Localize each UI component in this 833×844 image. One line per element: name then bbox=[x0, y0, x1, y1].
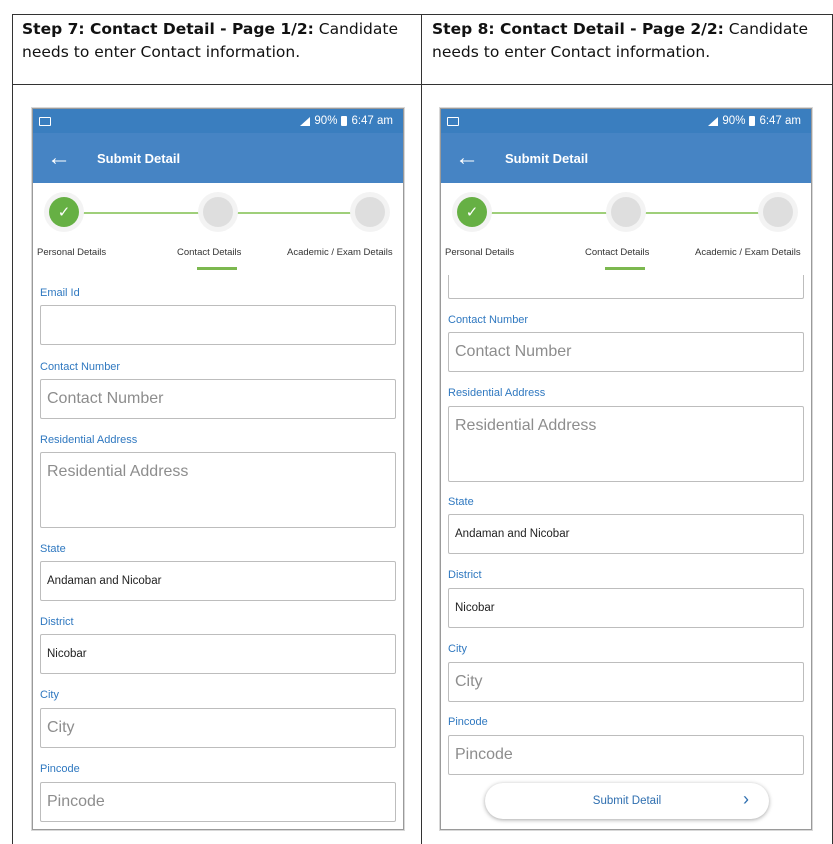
app-bar-title: Submit Detail bbox=[97, 150, 181, 166]
address-label: Residential Address bbox=[448, 387, 546, 399]
step-label-personal: Personal Details bbox=[37, 247, 107, 258]
caption-step-title: Step 7: Contact Detail - Page 1/2: bbox=[22, 20, 314, 38]
step-current-circle[interactable] bbox=[203, 197, 233, 227]
city-field[interactable]: City bbox=[40, 708, 396, 748]
step-pending-circle[interactable] bbox=[355, 197, 385, 227]
state-select[interactable]: Andaman and Nicobar bbox=[448, 514, 804, 554]
app-bar-title: Submit Detail bbox=[505, 150, 589, 166]
app-bar: ← Submit Detail bbox=[441, 133, 811, 183]
step-label-academic: Academic / Exam Details bbox=[287, 247, 393, 258]
current-step-indicator bbox=[605, 267, 645, 270]
signal-icon bbox=[300, 116, 311, 126]
city-label: City bbox=[40, 689, 59, 701]
battery-level: 90% bbox=[722, 115, 746, 127]
submit-button-label: Submit Detail bbox=[592, 795, 662, 807]
city-field[interactable]: City bbox=[448, 662, 804, 702]
pincode-label: Pincode bbox=[448, 716, 488, 728]
battery-level: 90% bbox=[314, 115, 338, 127]
status-time: 6:47 am bbox=[351, 115, 393, 127]
step-label-contact: Contact Details bbox=[585, 247, 650, 258]
progress-stepper: ✓ Personal Details Contact Details Acade… bbox=[33, 183, 403, 275]
step-connector bbox=[481, 212, 621, 214]
address-field[interactable]: Residential Address bbox=[40, 452, 396, 528]
step-completed-check-icon[interactable]: ✓ bbox=[49, 197, 79, 227]
step-pending-circle[interactable] bbox=[763, 197, 793, 227]
submit-detail-button[interactable]: Submit Detail › bbox=[485, 783, 769, 819]
step-connector bbox=[73, 212, 213, 214]
contact-number-label: Contact Number bbox=[40, 361, 121, 373]
email-field[interactable] bbox=[40, 305, 396, 345]
pincode-field[interactable]: Pincode bbox=[40, 782, 396, 822]
current-step-indicator bbox=[197, 267, 237, 270]
battery-icon bbox=[749, 116, 756, 126]
status-time: 6:47 am bbox=[759, 115, 801, 127]
step-connector bbox=[641, 212, 771, 214]
email-field-scrolled[interactable] bbox=[448, 275, 804, 299]
pincode-label: Pincode bbox=[40, 763, 80, 775]
back-arrow-icon[interactable]: ← bbox=[47, 146, 77, 170]
state-select[interactable]: Andaman and Nicobar bbox=[40, 561, 396, 601]
pincode-field[interactable]: Pincode bbox=[448, 735, 804, 775]
back-arrow-icon[interactable]: ← bbox=[455, 146, 485, 170]
email-label: Email Id bbox=[40, 287, 80, 299]
progress-stepper: ✓ Personal Details Contact Details Acade… bbox=[441, 183, 811, 275]
step-label-contact: Contact Details bbox=[177, 247, 242, 258]
step-label-personal: Personal Details bbox=[445, 247, 515, 258]
state-label: State bbox=[40, 543, 66, 555]
step-completed-check-icon[interactable]: ✓ bbox=[457, 197, 487, 227]
status-bar: 90% 6:47 am bbox=[441, 109, 811, 133]
table-divider bbox=[421, 14, 422, 844]
address-label: Residential Address bbox=[40, 434, 138, 446]
address-field[interactable]: Residential Address bbox=[448, 406, 804, 482]
app-bar: ← Submit Detail bbox=[33, 133, 403, 183]
district-select[interactable]: Nicobar bbox=[40, 634, 396, 674]
gallery-notification-icon bbox=[447, 116, 459, 126]
caption-step-7: Step 7: Contact Detail - Page 1/2: Candi… bbox=[22, 18, 414, 64]
district-label: District bbox=[448, 569, 482, 581]
contact-number-label: Contact Number bbox=[448, 314, 529, 326]
signal-icon bbox=[708, 116, 719, 126]
step-label-academic: Academic / Exam Details bbox=[695, 247, 801, 258]
phone-screenshot-page-1: 90% 6:47 am ← Submit Detail ✓ Personal D… bbox=[32, 108, 404, 830]
table-row-divider bbox=[12, 84, 833, 85]
district-label: District bbox=[40, 616, 74, 628]
chevron-right-icon: › bbox=[743, 789, 749, 809]
step-connector bbox=[233, 212, 363, 214]
step-current-circle[interactable] bbox=[611, 197, 641, 227]
phone-screenshot-page-2: 90% 6:47 am ← Submit Detail ✓ Personal D… bbox=[440, 108, 812, 830]
gallery-notification-icon bbox=[39, 116, 51, 126]
battery-icon bbox=[341, 116, 348, 126]
contact-number-field[interactable]: Contact Number bbox=[40, 379, 396, 419]
contact-number-field[interactable]: Contact Number bbox=[448, 332, 804, 372]
city-label: City bbox=[448, 643, 467, 655]
status-bar: 90% 6:47 am bbox=[33, 109, 403, 133]
caption-step-title: Step 8: Contact Detail - Page 2/2: bbox=[432, 20, 724, 38]
caption-step-8: Step 8: Contact Detail - Page 2/2: Candi… bbox=[432, 18, 826, 64]
state-label: State bbox=[448, 496, 474, 508]
district-select[interactable]: Nicobar bbox=[448, 588, 804, 628]
